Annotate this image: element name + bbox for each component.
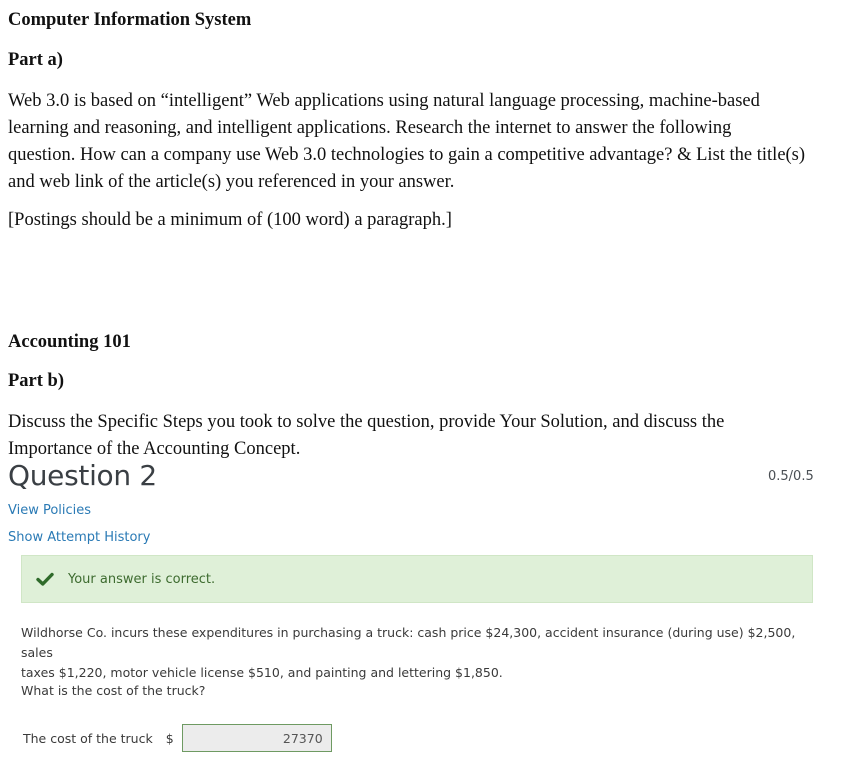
cis-posting-note: [Postings should be a minimum of (100 wo… [8,210,452,230]
question-text: Wildhorse Co. incurs these expenditures … [21,623,821,683]
accounting-section-title: Accounting 101 [8,332,131,352]
cis-prompt-line: and web link of the article(s) you refer… [8,172,455,192]
feedback-message: Your answer is correct. [68,571,216,587]
cis-prompt-line: Web 3.0 is based on “intelligent” Web ap… [8,91,760,111]
question-title: Question 2 [8,459,157,492]
show-attempt-history-link[interactable]: Show Attempt History [8,530,150,545]
accounting-part-label: Part b) [8,371,64,391]
question-ask: What is the cost of the truck? [21,683,206,698]
cis-section-title: Computer Information System [8,10,252,30]
accounting-prompt: Discuss the Specific Steps you took to s… [8,409,808,463]
cis-prompt-line: question. How can a company use Web 3.0 … [8,145,806,165]
truck-cost-input[interactable] [181,724,332,752]
feedback-banner: Your answer is correct. [21,555,813,603]
cis-prompt: Web 3.0 is based on “intelligent” Web ap… [8,88,820,196]
checkmark-icon [36,570,54,588]
answer-label: The cost of the truck [23,730,153,746]
question-score: 0.5/0.5 [768,469,814,484]
view-policies-link[interactable]: View Policies [8,503,91,518]
cis-part-label: Part a) [8,50,63,70]
cis-prompt-line: learning and reasoning, and intelligent … [8,118,732,138]
currency-symbol: $ [165,730,174,746]
answer-row: The cost of the truck $ [23,724,332,752]
question-text-line: taxes $1,220, motor vehicle license $510… [21,665,503,680]
accounting-prompt-line: Discuss the Specific Steps you took to s… [8,412,725,432]
question-text-line: Wildhorse Co. incurs these expenditures … [21,625,796,660]
